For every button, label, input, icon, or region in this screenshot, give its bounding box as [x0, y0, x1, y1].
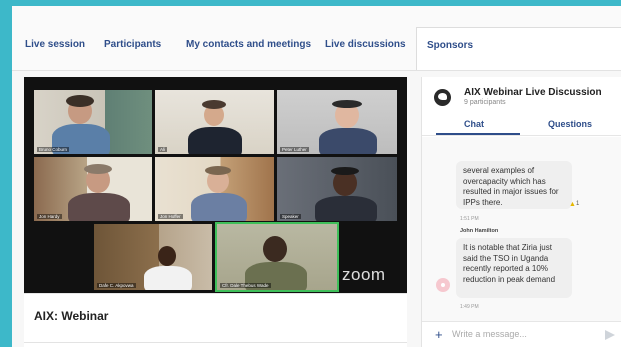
message-time: 1:49 PM	[460, 304, 479, 310]
message-bubble: It is notable that Ziria just said the T…	[456, 238, 572, 298]
send-icon[interactable]	[605, 330, 615, 340]
message-bubble: several examples of overcapacity which h…	[456, 161, 572, 209]
webinar-card: AIX: Webinar	[24, 293, 407, 347]
message-sender: John Hamilton	[460, 228, 499, 234]
message-input[interactable]	[452, 326, 592, 342]
nav-live-session[interactable]: Live session	[25, 39, 85, 50]
participant-name: Bruno Coburn	[37, 147, 70, 152]
participant-count: 9 participants	[464, 99, 506, 106]
plus-icon[interactable]: +	[435, 327, 443, 342]
participant-name: Dafe C. Akpovwa	[97, 283, 136, 288]
tab-questions[interactable]: Questions	[548, 119, 592, 129]
divider	[422, 321, 621, 322]
video-tile-active-speaker: Cfr. Dale Thebus Wade	[215, 222, 339, 292]
video-tile: Speaker	[277, 157, 397, 221]
nav-live-discussions[interactable]: Live discussions	[325, 39, 406, 50]
participant-name: Ali	[158, 147, 168, 152]
chat-bubble-icon	[434, 89, 451, 106]
nav-my-contacts[interactable]: My contacts and meetings	[186, 39, 311, 50]
zoom-logo: zoom	[342, 265, 386, 284]
participant-name: Jon Hardy	[37, 214, 62, 219]
like-count: 1	[576, 201, 580, 207]
nav-sponsors-label: Sponsors	[427, 40, 474, 51]
participant-name: Peter Luther	[280, 147, 309, 152]
webinar-title: AIX: Webinar	[34, 309, 109, 323]
video-tile: Peter Luther	[277, 90, 397, 154]
divider	[422, 135, 621, 136]
chat-title: AIX Webinar Live Discussion	[464, 87, 602, 98]
video-tile: Bruno Coburn	[34, 90, 152, 154]
divider	[24, 342, 407, 343]
app-frame: Live session Participants My contacts an…	[12, 6, 621, 347]
chat-panel: AIX Webinar Live Discussion 9 participan…	[421, 77, 621, 347]
top-nav: Live session Participants My contacts an…	[12, 6, 621, 70]
thumbs-up-icon[interactable]: ▲	[569, 201, 576, 208]
sender-avatar[interactable]	[436, 278, 450, 292]
participant-name: Speaker	[280, 214, 301, 219]
zoom-video-grid[interactable]: Bruno Coburn Ali Peter Luther Jon Hardy	[24, 77, 407, 293]
nav-participants[interactable]: Participants	[104, 39, 161, 50]
video-tile: Jon Hoffer	[155, 157, 274, 221]
tab-chat[interactable]: Chat	[464, 119, 484, 129]
video-tile: Ali	[155, 90, 274, 154]
nav-divider	[12, 70, 621, 71]
participant-name: Cfr. Dale Thebus Wade	[220, 283, 271, 288]
message-time: 1:51 PM	[460, 216, 479, 222]
video-tile: Jon Hardy	[34, 157, 152, 221]
nav-sponsors[interactable]: Sponsors	[416, 27, 621, 70]
message-list[interactable]: several examples of overcapacity which h…	[422, 137, 621, 321]
video-tile: Dafe C. Akpovwa	[94, 224, 212, 290]
participant-name: Jon Hoffer	[158, 214, 183, 219]
